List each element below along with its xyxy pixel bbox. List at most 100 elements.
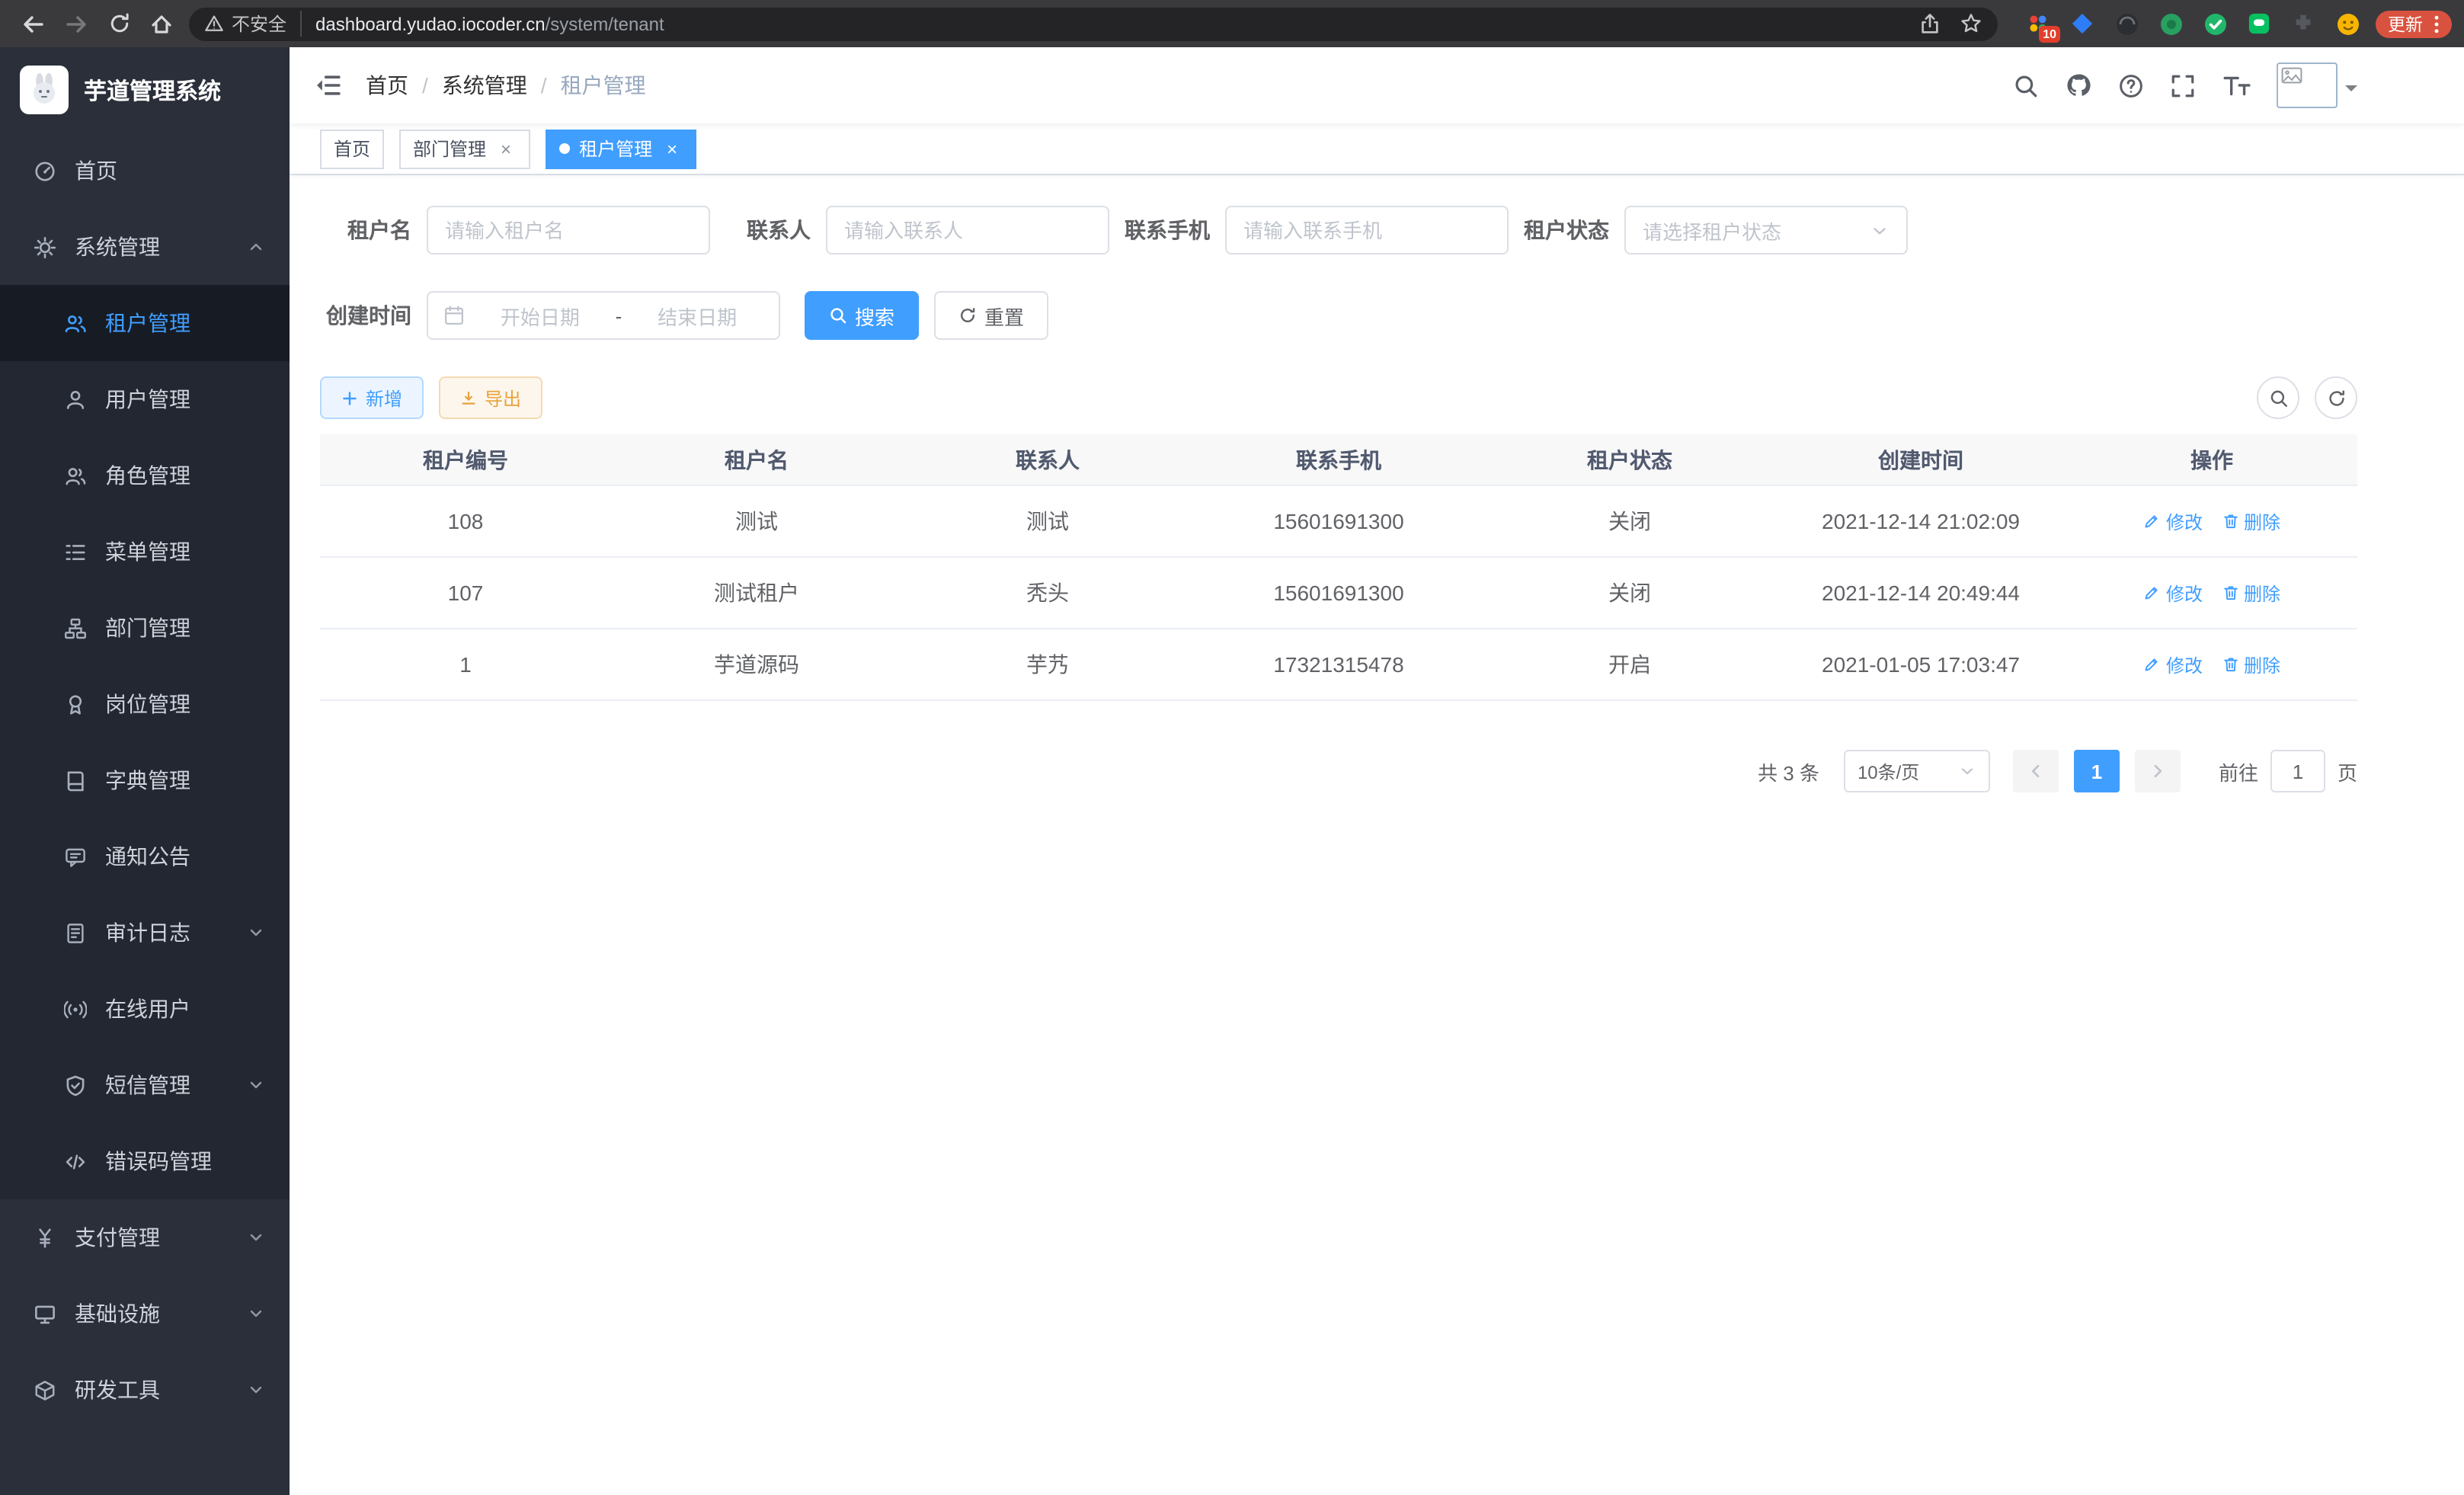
- github-link[interactable]: [2065, 72, 2092, 99]
- tenant-name-input[interactable]: [445, 219, 692, 242]
- edit-link[interactable]: 修改: [2143, 651, 2203, 677]
- app-title: 芋道管理系统: [84, 74, 221, 106]
- extension-icon[interactable]: [2158, 11, 2184, 37]
- goto-page-input[interactable]: [2270, 750, 2325, 792]
- chevron-left-icon: [2027, 762, 2045, 780]
- breadcrumb-item-home[interactable]: 首页: [366, 70, 408, 101]
- sidebar-item-home[interactable]: 首页: [0, 133, 290, 209]
- sidebar-item-dict[interactable]: 字典管理: [0, 742, 290, 818]
- book-icon: [64, 769, 87, 792]
- edit-link[interactable]: 修改: [2143, 508, 2203, 534]
- extension-icon[interactable]: [2202, 11, 2228, 37]
- close-icon[interactable]: [495, 138, 517, 159]
- column-header: 操作: [2066, 444, 2357, 475]
- extension-icon[interactable]: [2069, 11, 2095, 37]
- export-button[interactable]: 导出: [439, 376, 542, 419]
- sidebar-logo[interactable]: 芋道管理系统: [0, 47, 290, 133]
- share-icon[interactable]: [1918, 12, 1941, 35]
- extension-icon[interactable]: [2246, 11, 2272, 37]
- refresh-table-button[interactable]: [2315, 376, 2357, 419]
- fullscreen-button[interactable]: [2170, 72, 2196, 98]
- sidebar-item-dev-tools[interactable]: 研发工具: [0, 1352, 290, 1428]
- browser-home-button[interactable]: [140, 5, 183, 43]
- sidebar-item-system[interactable]: 系统管理: [0, 209, 290, 285]
- search-icon: [2268, 388, 2288, 408]
- sidebar-item-user[interactable]: 用户管理: [0, 361, 290, 437]
- sidebar-item-label: 在线用户: [105, 994, 190, 1024]
- font-size-button[interactable]: [2222, 72, 2251, 98]
- sidebar-fold-button[interactable]: [290, 47, 366, 123]
- breadcrumb: 首页 系统管理 租户管理: [366, 70, 646, 101]
- toggle-search-button[interactable]: [2257, 376, 2299, 419]
- edit-pencil-icon: [2143, 584, 2162, 602]
- delete-link[interactable]: 删除: [2221, 580, 2280, 606]
- close-icon[interactable]: [661, 138, 683, 159]
- puzzle-icon: [2292, 12, 2315, 35]
- browser-reload-button[interactable]: [98, 5, 140, 43]
- sidebar-item-notice[interactable]: 通知公告: [0, 818, 290, 895]
- date-range-picker[interactable]: 开始日期 - 结束日期: [427, 291, 780, 340]
- tenant-table: 租户编号 租户名 联系人 联系手机 租户状态 创建时间 操作 108 测试 测试…: [320, 434, 2357, 701]
- search-icon: [829, 306, 847, 325]
- page-size-select[interactable]: 10条/页: [1844, 750, 1990, 792]
- search-button[interactable]: 搜索: [805, 291, 919, 340]
- filter-label: 创建时间: [320, 300, 411, 331]
- header-search-button[interactable]: [2013, 72, 2039, 98]
- sidebar-item-label: 角色管理: [105, 460, 190, 491]
- tag-label: 租户管理: [579, 136, 652, 162]
- sidebar-item-audit-log[interactable]: 审计日志: [0, 895, 290, 971]
- font-size-icon: [2222, 72, 2251, 98]
- tag-home[interactable]: 首页: [320, 129, 384, 168]
- mobile-input[interactable]: [1243, 219, 1490, 242]
- prev-page-button[interactable]: [2013, 750, 2059, 792]
- sidebar-item-dept[interactable]: 部门管理: [0, 590, 290, 666]
- breadcrumb-item-system[interactable]: 系统管理: [442, 70, 527, 101]
- reset-button-label: 重置: [984, 301, 1024, 330]
- sidebar-item-online-user[interactable]: 在线用户: [0, 971, 290, 1047]
- browser-forward-button[interactable]: [55, 5, 98, 43]
- sidebar-item-tenant[interactable]: 租户管理: [0, 285, 290, 361]
- extension-icon[interactable]: [2334, 11, 2360, 37]
- sidebar-item-post[interactable]: 岗位管理: [0, 666, 290, 742]
- sidebar-item-infra[interactable]: 基础设施: [0, 1276, 290, 1352]
- edit-link[interactable]: 修改: [2143, 580, 2203, 606]
- sidebar-item-error-code[interactable]: 错误码管理: [0, 1123, 290, 1199]
- table-row: 1 芋道源码 芋艿 17321315478 开启 2021-01-05 17:0…: [320, 629, 2357, 701]
- address-bar[interactable]: 不安全 dashboard.yudao.iocoder.cn/system/te…: [189, 7, 1998, 40]
- tag-dept[interactable]: 部门管理: [399, 129, 530, 168]
- delete-label: 删除: [2244, 508, 2280, 534]
- sidebar-item-menu[interactable]: 菜单管理: [0, 514, 290, 590]
- next-page-button[interactable]: [2135, 750, 2181, 792]
- filter-label: 联系手机: [1118, 215, 1210, 245]
- sidebar-item-role[interactable]: 角色管理: [0, 437, 290, 514]
- column-header: 租户名: [611, 444, 902, 475]
- contact-input[interactable]: [844, 219, 1091, 242]
- back-arrow-icon: [21, 11, 46, 36]
- extension-icon[interactable]: [2290, 11, 2316, 37]
- cell-tenant-id: 108: [320, 509, 611, 533]
- tag-tenant[interactable]: 租户管理: [546, 129, 696, 168]
- bookmark-star-icon[interactable]: [1960, 12, 1982, 35]
- sidebar-item-label: 字典管理: [105, 765, 190, 796]
- delete-link[interactable]: 删除: [2221, 651, 2280, 677]
- extension-icon[interactable]: 10: [2025, 11, 2051, 37]
- shield-check-icon: [64, 1074, 87, 1096]
- sidebar-item-payment[interactable]: 支付管理: [0, 1199, 290, 1276]
- delete-link[interactable]: 删除: [2221, 508, 2280, 534]
- sidebar-item-label: 通知公告: [105, 841, 190, 872]
- security-chip[interactable]: 不安全: [204, 11, 302, 37]
- browser-back-button[interactable]: [12, 5, 55, 43]
- browser-update-button[interactable]: 更新: [2376, 10, 2452, 37]
- add-button[interactable]: 新增: [320, 376, 424, 419]
- filter-status: 租户状态 请选择租户状态: [1518, 206, 1908, 255]
- user-menu[interactable]: [2277, 62, 2357, 108]
- calendar-icon: [443, 305, 465, 326]
- sidebar-item-sms[interactable]: 短信管理: [0, 1047, 290, 1123]
- reset-button[interactable]: 重置: [934, 291, 1048, 340]
- help-button[interactable]: [2118, 72, 2144, 98]
- page-number-1[interactable]: 1: [2074, 750, 2120, 792]
- status-select[interactable]: 请选择租户状态: [1624, 206, 1908, 255]
- edit-label: 修改: [2166, 508, 2203, 534]
- sidebar: 芋道管理系统 首页 系统管理 租户管理 用户管理 角色管理: [0, 47, 290, 1495]
- extension-icon[interactable]: [2114, 11, 2139, 37]
